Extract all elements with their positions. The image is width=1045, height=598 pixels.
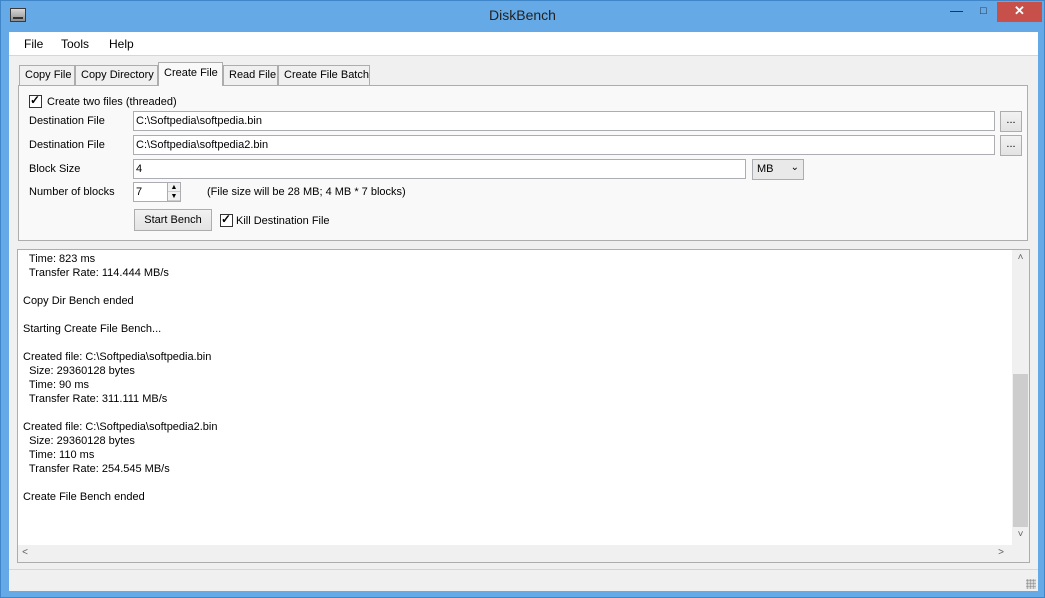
menu-file[interactable]: File [24, 37, 43, 51]
log-output[interactable]: Time: 823 ms Transfer Rate: 114.444 MB/s… [17, 249, 1030, 563]
log-text: Time: 823 ms Transfer Rate: 114.444 MB/s… [23, 252, 1008, 542]
title-bar[interactable]: DiskBench — □ ✕ [1, 1, 1044, 32]
chevron-down-icon: ⌄ [790, 162, 799, 173]
log-line: Size: 29360128 bytes [23, 365, 135, 377]
num-blocks-value: 7 [136, 186, 143, 198]
kill-destination-checkbox[interactable] [220, 212, 233, 227]
tab-create-file[interactable]: Create File [158, 62, 223, 86]
app-window: DiskBench — □ ✕ File Tools Help Copy Fil… [0, 0, 1045, 598]
menu-bar: File Tools Help [9, 32, 1038, 56]
client-area: File Tools Help Copy File Copy Directory… [9, 32, 1038, 591]
create-file-panel: Create two files (threaded) Destination … [18, 85, 1028, 241]
log-line: Created file: C:\Softpedia\softpedia2.bi… [23, 421, 218, 433]
window-title: DiskBench [489, 7, 556, 23]
num-blocks-spinner[interactable]: ▲ ▼ [167, 183, 180, 201]
create-two-files-label: Create two files (threaded) [47, 96, 177, 108]
block-size-input[interactable]: 4 [133, 159, 746, 179]
scroll-down-icon[interactable]: ˅ [1012, 529, 1029, 540]
log-line: Transfer Rate: 254.545 MB/s [23, 463, 170, 475]
create-two-files-checkbox[interactable] [29, 93, 42, 108]
unit-select-value: MB [757, 163, 774, 175]
block-size-label: Block Size [29, 163, 81, 175]
menu-help[interactable]: Help [109, 37, 134, 51]
minimize-button[interactable]: — [943, 2, 970, 22]
status-bar [9, 569, 1038, 591]
log-line: Copy Dir Bench ended [23, 295, 134, 307]
num-blocks-input[interactable]: 7 ▲ ▼ [133, 182, 181, 202]
dest2-label: Destination File [29, 139, 105, 151]
vertical-scroll-thumb[interactable] [1013, 374, 1028, 527]
kill-destination-label: Kill Destination File [236, 215, 330, 227]
log-line: Create File Bench ended [23, 491, 145, 503]
dest1-input[interactable]: C:\Softpedia\softpedia.bin [133, 111, 995, 131]
spin-up-icon[interactable]: ▲ [168, 183, 180, 192]
start-bench-button[interactable]: Start Bench [134, 209, 212, 231]
scroll-left-icon[interactable]: < [20, 547, 30, 558]
tab-create-file-batch[interactable]: Create File Batch [278, 65, 370, 85]
log-line: Transfer Rate: 114.444 MB/s [23, 267, 169, 279]
spin-down-icon[interactable]: ▼ [168, 192, 180, 201]
close-button[interactable]: ✕ [997, 2, 1042, 22]
log-line: Transfer Rate: 311.111 MB/s [23, 393, 168, 405]
file-size-note: (File size will be 28 MB; 4 MB * 7 block… [207, 186, 406, 198]
resize-grip-icon[interactable] [1026, 579, 1036, 589]
maximize-button[interactable]: □ [970, 2, 997, 22]
unit-select[interactable]: MB ⌄ [752, 159, 804, 180]
scrollbar-corner [1012, 545, 1029, 562]
scroll-right-icon[interactable]: > [996, 547, 1006, 558]
tab-copy-file[interactable]: Copy File [19, 65, 75, 85]
dest1-label: Destination File [29, 115, 105, 127]
log-line: Created file: C:\Softpedia\softpedia.bin [23, 351, 212, 363]
menu-tools[interactable]: Tools [61, 37, 89, 51]
num-blocks-label: Number of blocks [29, 186, 115, 198]
tab-copy-directory[interactable]: Copy Directory [75, 65, 158, 85]
log-line: Time: 110 ms [23, 449, 95, 461]
dest2-browse-button[interactable]: ... [1000, 135, 1022, 156]
log-line: Starting Create File Bench... [23, 323, 162, 335]
vertical-scrollbar[interactable]: ˄ ˅ [1012, 250, 1029, 545]
scroll-up-icon[interactable]: ˄ [1012, 252, 1029, 263]
horizontal-scrollbar[interactable]: < > [18, 545, 1012, 562]
dest1-browse-button[interactable]: ... [1000, 111, 1022, 132]
dest2-input[interactable]: C:\Softpedia\softpedia2.bin [133, 135, 995, 155]
log-line: Size: 29360128 bytes [23, 435, 135, 447]
tab-read-file[interactable]: Read File [223, 65, 278, 85]
log-line: Time: 823 ms [23, 253, 96, 265]
log-line: Time: 90 ms [23, 379, 90, 391]
